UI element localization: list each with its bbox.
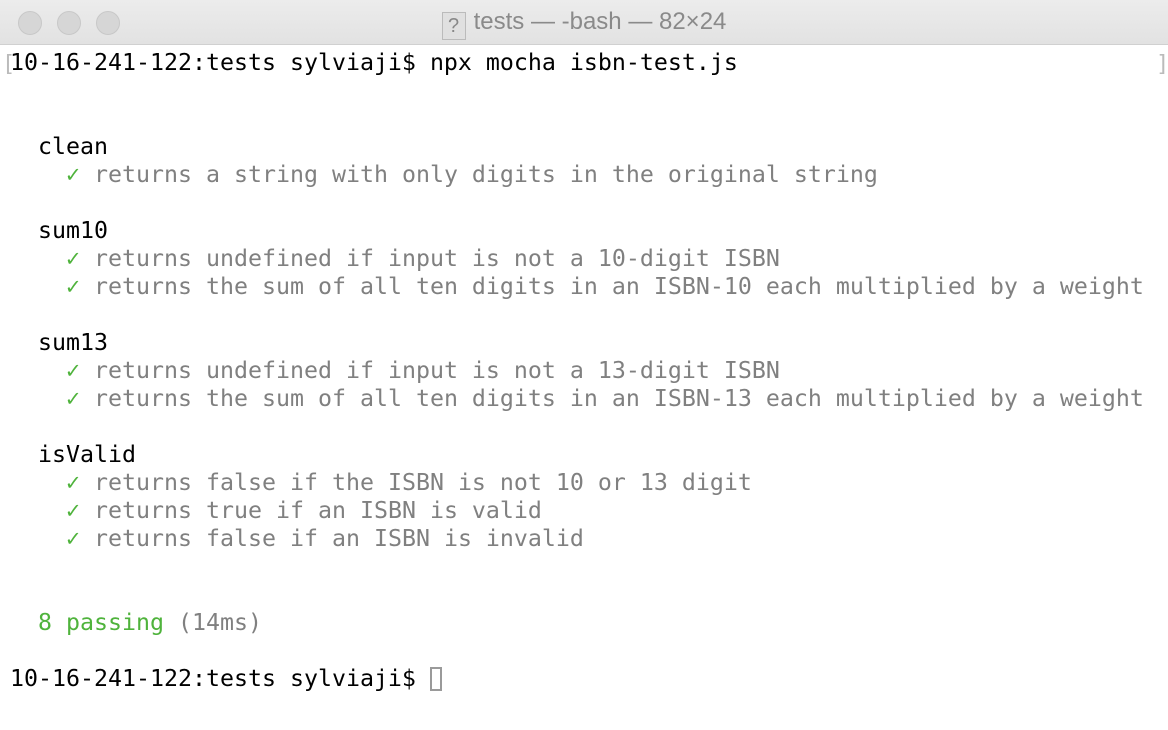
command: npx mocha isbn-test.js xyxy=(429,49,738,76)
test-summary: 8 passing (14ms) xyxy=(10,609,1144,637)
test-name: returns the sum of all ten digits in an … xyxy=(94,273,1144,300)
terminal-output[interactable]: 10-16-241-122:tests sylviaji$ npx mocha … xyxy=(10,49,1144,693)
mark-bracket-right: ] xyxy=(1156,52,1168,77)
test-result: ✓ returns false if the ISBN is not 10 or… xyxy=(10,469,1144,497)
test-result: ✓ returns a string with only digits in t… xyxy=(10,161,1144,189)
cursor xyxy=(429,667,442,691)
prompt-line: 10-16-241-122:tests sylviaji$ xyxy=(10,665,1144,693)
test-result: ✓ returns undefined if input is not a 10… xyxy=(10,245,1144,273)
passing-count: 8 passing xyxy=(38,609,164,636)
test-result: ✓ returns the sum of all ten digits in a… xyxy=(10,385,1144,413)
window-title-text: tests — -bash — 82×24 xyxy=(473,8,727,35)
suite-name: isValid xyxy=(38,441,136,468)
check-icon: ✓ xyxy=(66,245,80,272)
test-name: returns undefined if input is not a 13-d… xyxy=(94,357,780,384)
test-name: returns true if an ISBN is valid xyxy=(94,497,542,524)
check-icon: ✓ xyxy=(66,161,80,188)
test-name: returns false if an ISBN is invalid xyxy=(94,525,584,552)
prompt: 10-16-241-122:tests sylviaji$ xyxy=(10,665,416,692)
test-name: returns undefined if input is not a 10-d… xyxy=(94,245,780,272)
window-title: ? tests — -bash — 82×24 xyxy=(0,8,1168,40)
prompt: 10-16-241-122:tests sylviaji$ xyxy=(10,49,416,76)
check-icon: ✓ xyxy=(66,273,80,300)
check-icon: ✓ xyxy=(66,525,80,552)
test-result: ✓ returns undefined if input is not a 13… xyxy=(10,357,1144,385)
suite-name: sum10 xyxy=(38,217,108,244)
check-icon: ✓ xyxy=(66,385,80,412)
test-name: returns a string with only digits in the… xyxy=(94,161,878,188)
question-mark-document-icon: ? xyxy=(441,12,466,40)
suite-name: sum13 xyxy=(38,329,108,356)
check-icon: ✓ xyxy=(66,497,80,524)
test-name: returns false if the ISBN is not 10 or 1… xyxy=(94,469,752,496)
test-name: returns the sum of all ten digits in an … xyxy=(94,385,1144,412)
check-icon: ✓ xyxy=(66,357,80,384)
duration: (14ms) xyxy=(177,609,262,636)
command-line: 10-16-241-122:tests sylviaji$ npx mocha … xyxy=(10,49,1144,77)
check-icon: ✓ xyxy=(66,469,80,496)
test-result: ✓ returns true if an ISBN is valid xyxy=(10,497,1144,525)
test-result: ✓ returns false if an ISBN is invalid xyxy=(10,525,1144,553)
test-result: ✓ returns the sum of all ten digits in a… xyxy=(10,273,1144,301)
suite-name: clean xyxy=(38,133,108,160)
title-bar: ? tests — -bash — 82×24 xyxy=(0,0,1168,45)
